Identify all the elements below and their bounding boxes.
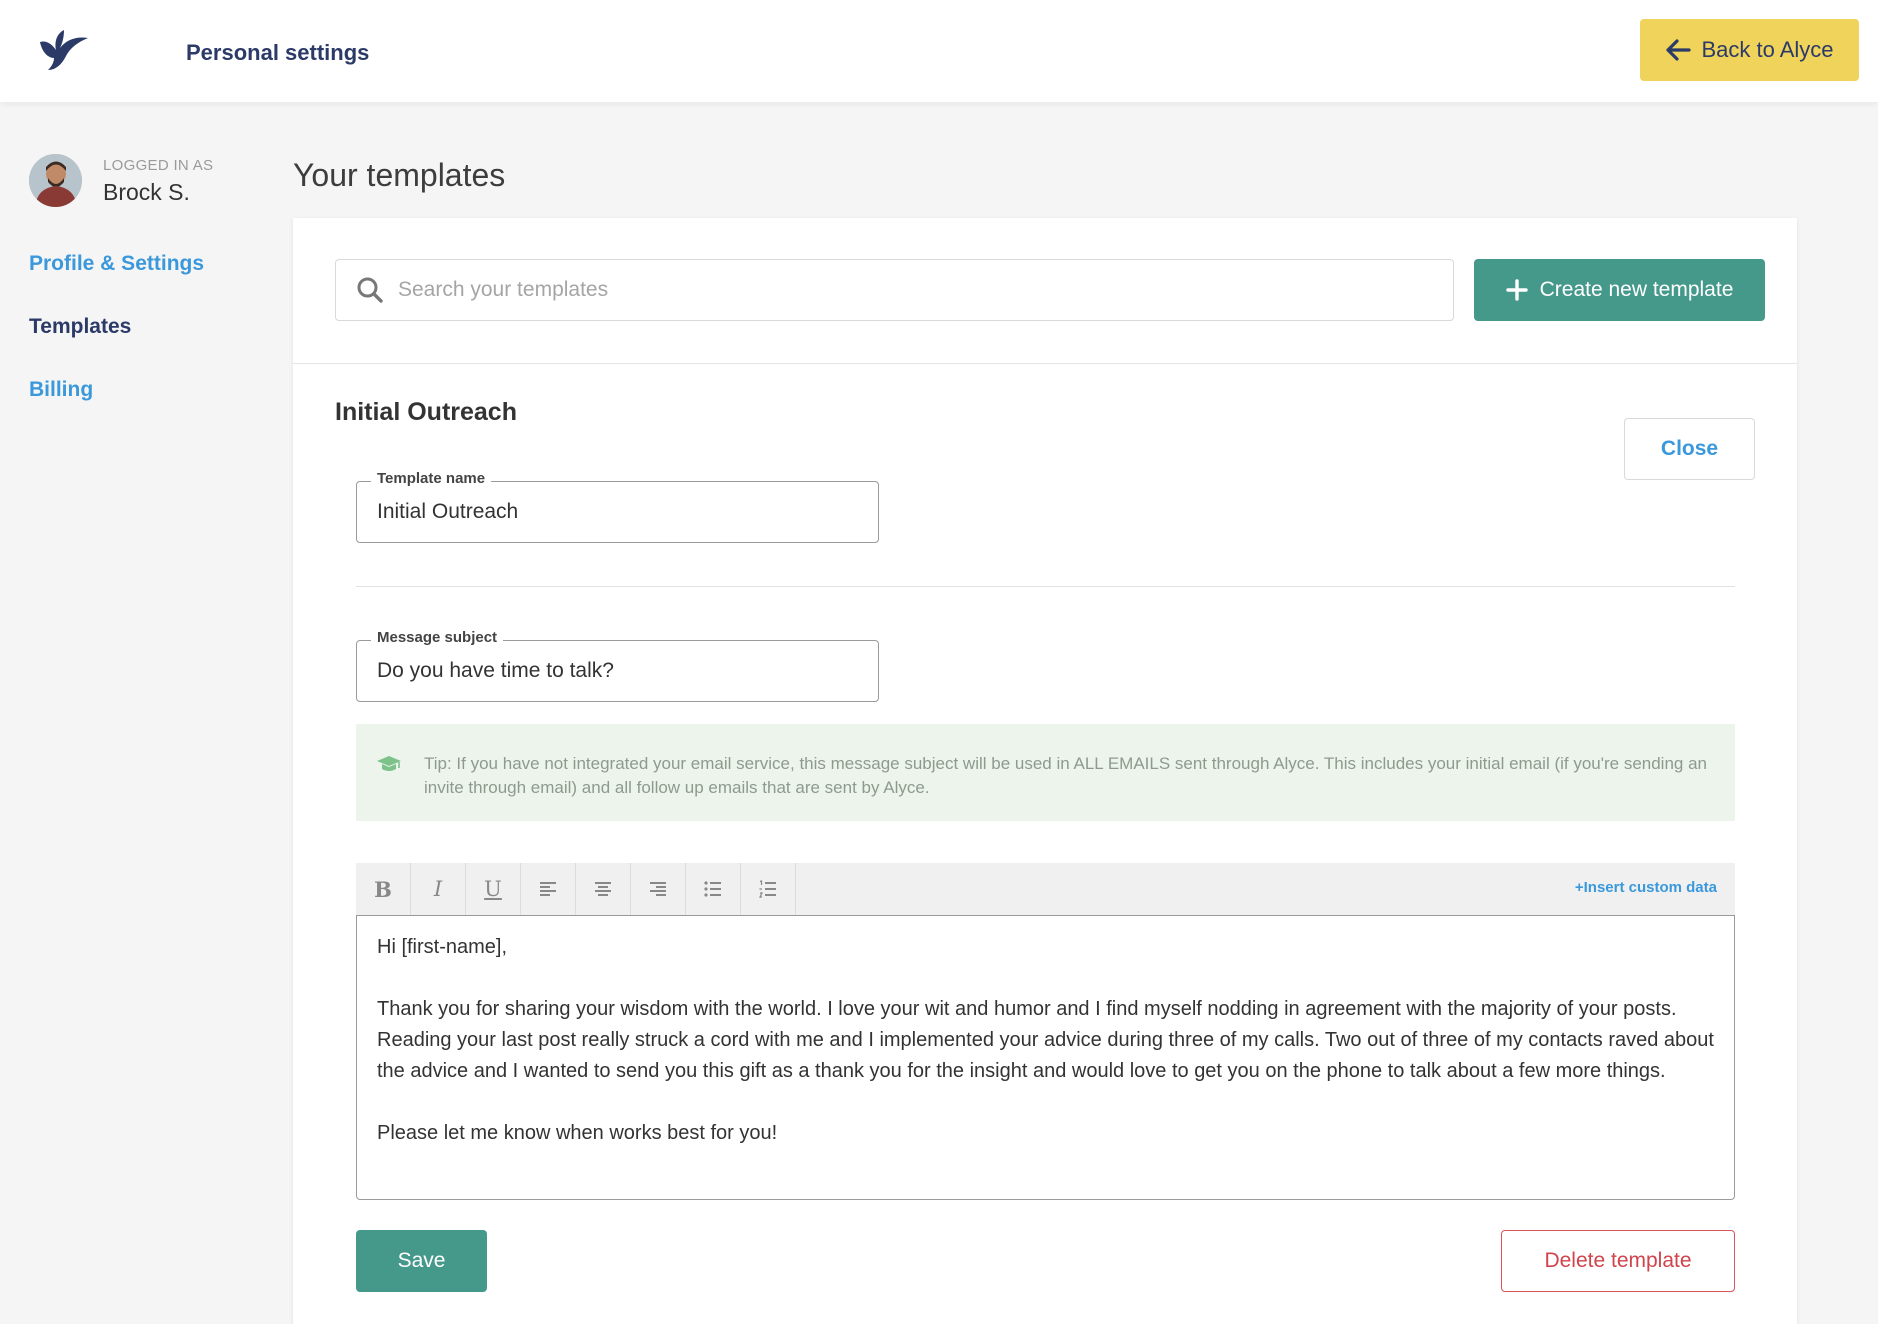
tip-text: Tip: If you have not integrated your ema…	[424, 754, 1708, 797]
underline-button[interactable]: U	[466, 863, 521, 915]
message-subject-input[interactable]	[377, 641, 857, 701]
editor-toolbar: B I U +Insert custom data	[356, 863, 1735, 915]
align-left-icon	[540, 882, 556, 896]
templates-card: Create new template Initial Outreach Clo…	[293, 218, 1797, 1324]
card-divider	[293, 363, 1797, 364]
avatar	[29, 154, 82, 207]
message-body: Thank you for sharing your wisdom with t…	[377, 998, 1714, 1082]
bullet-list-button[interactable]	[686, 863, 741, 915]
delete-template-button[interactable]: Delete template	[1501, 1230, 1735, 1292]
bird-logo-icon[interactable]	[34, 28, 90, 72]
logged-in-label: LOGGED IN AS	[103, 157, 214, 174]
italic-button[interactable]: I	[411, 863, 466, 915]
sidebar-item-billing[interactable]: Billing	[29, 378, 93, 402]
close-button[interactable]: Close	[1624, 418, 1755, 480]
message-subject-field: Message subject	[356, 629, 879, 702]
message-greeting: Hi [first-name],	[377, 936, 508, 958]
italic-icon: I	[433, 877, 443, 901]
save-button[interactable]: Save	[356, 1230, 487, 1292]
section-divider	[356, 586, 1735, 587]
user-name: Brock S.	[103, 179, 190, 205]
align-right-icon	[650, 882, 666, 896]
search-input[interactable]	[398, 278, 1453, 302]
sidebar-item-templates[interactable]: Templates	[29, 315, 131, 339]
message-closing: Please let me know when works best for y…	[377, 1122, 778, 1144]
underline-icon: U	[484, 877, 502, 901]
insert-custom-data-link[interactable]: +Insert custom data	[1575, 879, 1717, 896]
message-editor[interactable]: Hi [first-name], Thank you for sharing y…	[356, 915, 1735, 1200]
align-left-button[interactable]	[521, 863, 576, 915]
user-avatar-icon	[29, 154, 82, 207]
sidebar-item-profile-settings[interactable]: Profile & Settings	[29, 252, 204, 276]
bullet-list-icon	[704, 881, 721, 897]
search-box[interactable]	[335, 259, 1454, 321]
tip-banner: Tip: If you have not integrated your ema…	[356, 724, 1735, 821]
create-new-template-button[interactable]: Create new template	[1474, 259, 1765, 321]
page-title: Your templates	[293, 157, 506, 193]
template-title: Initial Outreach	[335, 398, 517, 426]
create-new-template-label: Create new template	[1539, 278, 1734, 301]
plus-icon	[1505, 279, 1528, 301]
graduation-cap-icon	[377, 756, 401, 771]
template-name-field: Template name	[356, 470, 879, 543]
align-center-icon	[595, 882, 611, 896]
numbered-list-button[interactable]	[741, 863, 796, 915]
back-to-alyce-button[interactable]: Back to Alyce	[1640, 19, 1859, 81]
page-header-title: Personal settings	[186, 40, 370, 65]
align-right-button[interactable]	[631, 863, 686, 915]
arrow-left-icon	[1666, 39, 1692, 61]
align-center-button[interactable]	[576, 863, 631, 915]
bold-button[interactable]: B	[356, 863, 411, 915]
back-to-alyce-label: Back to Alyce	[1701, 37, 1834, 62]
numbered-list-icon	[759, 880, 776, 898]
template-name-input[interactable]	[377, 482, 857, 542]
search-icon	[357, 277, 383, 303]
bold-icon: B	[374, 876, 392, 902]
top-header: Personal settings Back to Alyce	[0, 0, 1878, 102]
